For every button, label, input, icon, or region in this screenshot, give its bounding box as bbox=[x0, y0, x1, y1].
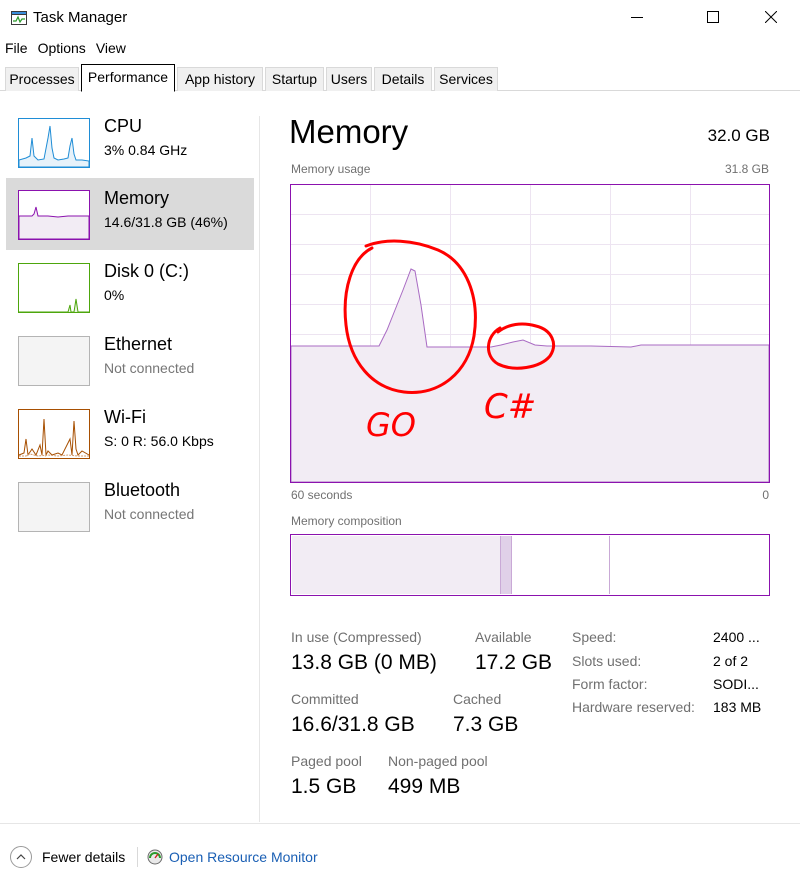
composition-in-use bbox=[292, 536, 500, 594]
open-resource-monitor-link[interactable]: Open Resource Monitor bbox=[147, 845, 318, 869]
minimize-button[interactable] bbox=[614, 0, 660, 34]
resource-detail: S: 0 R: 56.0 Kbps bbox=[104, 433, 214, 449]
time-axis-right: 0 bbox=[762, 488, 769, 502]
resource-detail: Not connected bbox=[104, 360, 195, 376]
footer-separator bbox=[137, 847, 138, 867]
memory-thumbnail-graph bbox=[18, 190, 90, 240]
tab-users[interactable]: Users bbox=[326, 67, 372, 91]
tab-strip: Processes Performance App history Startu… bbox=[0, 64, 800, 92]
speed-label: Speed: bbox=[572, 629, 617, 645]
cpu-thumbnail-graph bbox=[18, 118, 90, 168]
menu-view[interactable]: View bbox=[91, 38, 131, 58]
hardware-reserved-value: 183 MB bbox=[713, 699, 762, 715]
disk-thumbnail-graph bbox=[18, 263, 90, 313]
resource-detail: Not connected bbox=[104, 506, 195, 522]
tab-details[interactable]: Details bbox=[374, 67, 432, 91]
in-use-label: In use (Compressed) bbox=[291, 629, 422, 645]
resource-ethernet[interactable]: Ethernet Not connected bbox=[6, 324, 254, 396]
resource-detail: 0% bbox=[104, 287, 125, 303]
speed-value: 2400 ... bbox=[713, 629, 760, 645]
tab-performance[interactable]: Performance bbox=[81, 64, 175, 92]
cached-value: 7.3 GB bbox=[453, 713, 519, 736]
ethernet-thumbnail-graph bbox=[18, 336, 90, 386]
resource-detail: 3% 0.84 GHz bbox=[104, 142, 188, 158]
available-label: Available bbox=[475, 629, 532, 645]
chevron-up-icon bbox=[10, 846, 32, 868]
paged-pool-label: Paged pool bbox=[291, 753, 362, 769]
slots-used-value: 2 of 2 bbox=[713, 653, 749, 669]
wifi-thumbnail-graph bbox=[18, 409, 90, 459]
total-memory: 32.0 GB bbox=[707, 126, 770, 145]
available-value: 17.2 GB bbox=[475, 651, 553, 674]
in-use-value: 13.8 GB (0 MB) bbox=[291, 651, 437, 674]
slots-used-label: Slots used: bbox=[572, 653, 642, 669]
menu-bar: File Options View bbox=[0, 38, 131, 58]
memory-composition-label: Memory composition bbox=[291, 514, 402, 528]
resource-name: Memory bbox=[104, 188, 170, 208]
form-factor-label: Form factor: bbox=[572, 676, 648, 692]
committed-label: Committed bbox=[291, 691, 359, 707]
fewer-details-button[interactable]: Fewer details bbox=[10, 845, 125, 869]
title-bar: Task Manager bbox=[0, 0, 800, 36]
resource-monitor-icon bbox=[147, 849, 163, 865]
tab-app-history[interactable]: App history bbox=[177, 67, 263, 91]
resource-wifi[interactable]: Wi-Fi S: 0 R: 56.0 Kbps bbox=[6, 397, 254, 469]
tab-startup[interactable]: Startup bbox=[265, 67, 324, 91]
resource-memory[interactable]: Memory 14.6/31.8 GB (46%) bbox=[6, 178, 254, 250]
resource-name: Bluetooth bbox=[104, 480, 181, 500]
memory-usage-label: Memory usage bbox=[291, 162, 371, 176]
composition-modified bbox=[500, 536, 512, 594]
maximize-icon bbox=[707, 11, 719, 23]
task-manager-icon bbox=[11, 11, 27, 25]
maximize-button[interactable] bbox=[690, 0, 736, 34]
close-button[interactable] bbox=[748, 0, 794, 34]
paged-pool-value: 1.5 GB bbox=[291, 775, 357, 798]
memory-usage-graph bbox=[290, 184, 770, 483]
resource-name: CPU bbox=[104, 116, 143, 136]
resource-cpu[interactable]: CPU 3% 0.84 GHz bbox=[6, 106, 254, 178]
cached-label: Cached bbox=[453, 691, 502, 707]
open-resource-monitor-label: Open Resource Monitor bbox=[169, 849, 318, 865]
memory-usage-max: 31.8 GB bbox=[724, 162, 769, 176]
hardware-reserved-label: Hardware reserved: bbox=[572, 699, 695, 715]
menu-file[interactable]: File bbox=[0, 38, 33, 58]
non-paged-pool-label: Non-paged pool bbox=[388, 753, 488, 769]
memory-composition-bar bbox=[290, 534, 770, 596]
tab-services[interactable]: Services bbox=[434, 67, 498, 91]
close-icon bbox=[765, 11, 777, 23]
resource-disk[interactable]: Disk 0 (C:) 0% bbox=[6, 251, 254, 323]
tab-processes[interactable]: Processes bbox=[5, 67, 79, 91]
resource-list: CPU 3% 0.84 GHz Memory 14.6/31.8 GB (46%… bbox=[0, 92, 258, 822]
resource-name: Wi-Fi bbox=[104, 407, 146, 427]
bluetooth-thumbnail-graph bbox=[18, 482, 90, 532]
memory-usage-chart bbox=[290, 185, 770, 483]
resource-name: Disk 0 (C:) bbox=[104, 261, 189, 281]
time-axis-left: 60 seconds bbox=[291, 488, 353, 502]
form-factor-value: SODI... bbox=[713, 676, 759, 692]
resource-name: Ethernet bbox=[104, 334, 173, 354]
resource-detail: 14.6/31.8 GB (46%) bbox=[104, 214, 228, 230]
menu-options[interactable]: Options bbox=[33, 38, 91, 58]
window-title: Task Manager bbox=[33, 9, 128, 26]
resource-bluetooth[interactable]: Bluetooth Not connected bbox=[6, 470, 254, 542]
non-paged-pool-value: 499 MB bbox=[388, 775, 461, 798]
page-title: Memory bbox=[289, 113, 409, 150]
fewer-details-label: Fewer details bbox=[42, 849, 126, 865]
committed-value: 16.6/31.8 GB bbox=[291, 713, 415, 736]
composition-standby-divider bbox=[609, 536, 610, 594]
panel-divider bbox=[259, 116, 260, 822]
footer-divider bbox=[0, 823, 800, 824]
minimize-icon bbox=[631, 17, 643, 18]
